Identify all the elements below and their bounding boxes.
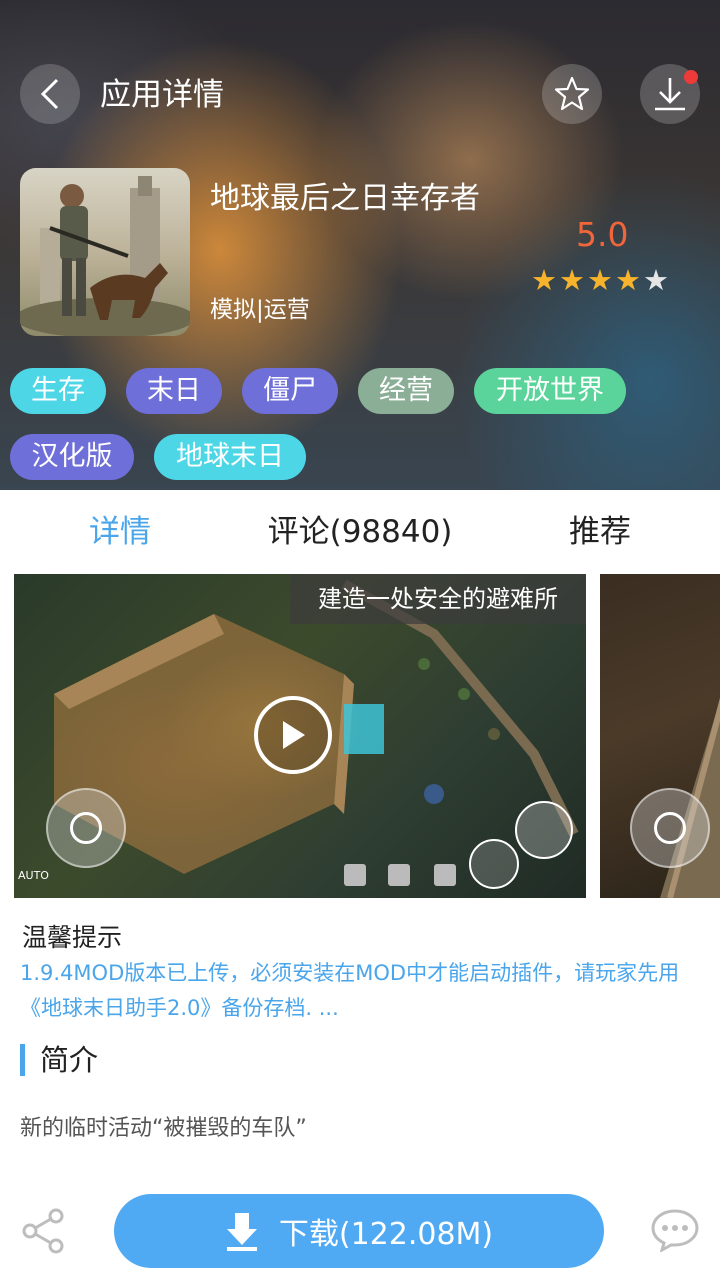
tab-recommend[interactable]: 推荐 <box>540 510 660 554</box>
star-icon: ★ <box>531 263 557 297</box>
tip-body[interactable]: 1.9.4MOD版本已上传，必须安装在MOD中才能启动插件，请玩家先用《地球末日… <box>20 956 710 1026</box>
star-icon: ★ <box>615 263 641 297</box>
tab-bar: 详情 评论(98840) 推荐 <box>0 490 720 574</box>
tip-title: 温馨提示 <box>22 923 123 952</box>
favorite-button[interactable] <box>542 64 602 124</box>
notification-dot <box>684 70 698 84</box>
share-button[interactable] <box>18 1206 68 1256</box>
auto-label: AUTO <box>18 869 49 882</box>
rating-score: 5.0 <box>576 215 629 254</box>
share-icon <box>22 1208 64 1254</box>
star-icon: ★ <box>587 263 613 297</box>
play-icon <box>283 721 305 749</box>
star-outline-icon <box>554 76 590 111</box>
screenshot-next[interactable] <box>600 574 720 898</box>
download-label: 下载(122.08M) <box>278 1217 494 1252</box>
screenshot-caption: 建造一处安全的避难所 <box>290 574 586 624</box>
tab-comments[interactable]: 评论(98840) <box>250 510 470 554</box>
download-arrow-icon <box>226 1213 257 1251</box>
tag-chip[interactable]: 经营 <box>358 368 454 414</box>
download-button[interactable]: 下载(122.08M) <box>114 1194 604 1268</box>
tag-chip[interactable]: 僵尸 <box>242 368 338 414</box>
tag-chip[interactable]: 开放世界 <box>474 368 626 414</box>
download-icon <box>655 78 685 111</box>
back-button[interactable] <box>20 64 80 124</box>
tag-chip[interactable]: 汉化版 <box>10 434 134 480</box>
download-manager-button[interactable] <box>640 64 700 124</box>
section-marker <box>20 1044 25 1076</box>
joystick-control <box>630 788 710 868</box>
tab-details[interactable]: 详情 <box>60 510 180 554</box>
screenshot-video[interactable]: 建造一处安全的避难所 AUTO <box>14 574 586 898</box>
joystick-control <box>46 788 126 868</box>
tag-chip[interactable]: 末日 <box>126 368 222 414</box>
comment-button[interactable] <box>650 1208 700 1254</box>
app-category: 模拟|运营 <box>210 297 310 323</box>
app-header: 应用详情 地球最后之日幸存者 模拟|运营 5.0 ★ ★ ★ ★ ★ 生存末日 … <box>0 0 720 490</box>
chevron-left-icon <box>40 78 59 110</box>
play-button[interactable] <box>254 696 332 774</box>
intro-title: 简介 <box>40 1043 99 1077</box>
comment-icon <box>651 1209 699 1254</box>
star-icon: ★ <box>643 263 669 297</box>
tag-chip[interactable]: 生存 <box>10 368 106 414</box>
app-icon <box>20 168 190 336</box>
rating-stars: ★ ★ ★ ★ ★ <box>531 264 669 296</box>
app-name: 地球最后之日幸存者 <box>210 181 480 216</box>
intro-text: 新的临时活动“被摧毁的车队” <box>20 1116 307 1141</box>
star-icon: ★ <box>559 263 585 297</box>
page-title: 应用详情 <box>100 77 224 113</box>
tag-chip[interactable]: 地球末日 <box>154 434 306 480</box>
